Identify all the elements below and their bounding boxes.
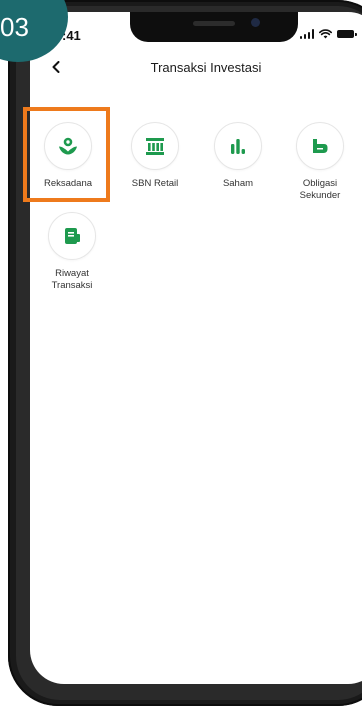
step-badge-number: 03 [0, 12, 29, 42]
menu-item-saham[interactable]: Saham [200, 122, 276, 190]
menu-icon-circle [296, 122, 344, 170]
page-title: Transaksi Investasi [150, 60, 262, 75]
menu-item-sbn-retail[interactable]: SBN Retail [117, 122, 193, 190]
cellular-signal-icon [299, 29, 314, 39]
menu-label: Riwayat Transaksi [51, 268, 93, 291]
menu-item-riwayat-transaksi[interactable]: Riwayat Transaksi [34, 212, 110, 292]
bar-chart-icon [231, 139, 245, 154]
menu-label: SBN Retail [131, 178, 179, 189]
menu-icon-circle [131, 122, 179, 170]
speaker-grille [193, 21, 235, 26]
tutorial-stage: :41 Transaksi Investasi Reksadana SBN Re… [0, 0, 362, 712]
phone-notch [130, 12, 298, 42]
highlight-box [23, 107, 110, 202]
wifi-icon [319, 29, 332, 39]
bank-building-icon [146, 138, 164, 155]
menu-icon-circle [48, 212, 96, 260]
status-icons [299, 29, 357, 39]
battery-icon [337, 30, 357, 38]
wallet-icon [65, 228, 80, 244]
menu-item-obligasi-sekunder[interactable]: Obligasi Sekunder [282, 122, 358, 202]
menu-icon-circle [214, 122, 262, 170]
bond-icon [313, 139, 328, 153]
menu-label: Obligasi Sekunder [299, 178, 341, 201]
menu-label: Saham [222, 178, 254, 189]
phone-frame: :41 Transaksi Investasi Reksadana SBN Re… [8, 0, 362, 706]
front-camera [251, 18, 260, 27]
